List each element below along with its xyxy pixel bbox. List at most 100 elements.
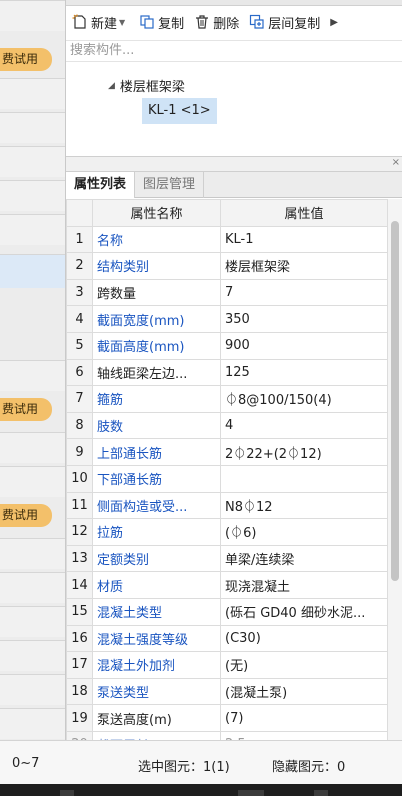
left-list-item[interactable] <box>0 432 65 463</box>
property-value[interactable]: 现浇混凝土 <box>220 571 388 599</box>
chevron-down-icon[interactable]: ▼ <box>119 18 125 27</box>
property-value[interactable]: N8⏀12 <box>220 491 388 520</box>
property-value[interactable]: (无) <box>220 651 388 679</box>
property-value[interactable]: (C30) <box>220 624 388 653</box>
row-number: 8 <box>66 411 93 440</box>
property-value[interactable]: 350 <box>220 305 388 333</box>
left-list-item[interactable] <box>0 360 65 391</box>
left-list-item[interactable] <box>0 572 65 603</box>
property-name: 截面宽度(mm) <box>92 305 221 333</box>
tree-leaf-kl1[interactable]: KL-1 <1> <box>142 98 217 124</box>
scrollbar-thumb[interactable] <box>391 221 399 581</box>
table-row[interactable]: 1 名称 KL-1 <box>66 225 388 254</box>
left-list-item[interactable] <box>0 606 65 637</box>
status-bar: 0~7 选中图元：1(1) 隐藏图元：0 <box>0 740 402 784</box>
table-row[interactable]: 16 混凝土强度等级 (C30) <box>66 624 388 653</box>
trial-badge[interactable]: 费试用 <box>0 398 52 421</box>
row-number: 15 <box>66 597 93 626</box>
left-list-item[interactable] <box>0 214 65 245</box>
property-value[interactable]: 900 <box>220 331 388 360</box>
tab-layer-management[interactable]: 图层管理 <box>135 172 205 198</box>
component-toolbar: 新建 ▼ 复制 删除 层间复制 ▶ <box>66 6 402 38</box>
taskbar-item[interactable] <box>314 790 328 796</box>
table-row[interactable]: 3 跨数量 7 <box>66 278 388 307</box>
status-hidden-count: 隐藏图元：0 <box>272 760 346 775</box>
table-row[interactable]: 11 侧面构造或受... N8⏀12 <box>66 491 388 520</box>
row-number: 10 <box>66 464 93 493</box>
copy-icon <box>140 15 154 29</box>
table-row[interactable]: 7 箍筋 ⏀8@100/150(4) <box>66 385 388 413</box>
search-input[interactable]: 搜索构件... <box>66 40 402 62</box>
table-row[interactable]: 19 泵送高度(m) (7) <box>66 704 388 732</box>
table-row[interactable]: 10 下部通长筋 <box>66 464 388 493</box>
property-name: 轴线距梁左边... <box>92 358 221 387</box>
left-list-item[interactable] <box>0 466 65 497</box>
property-grid-scrollbar[interactable] <box>387 199 402 740</box>
property-name: 截面高度(mm) <box>92 331 221 360</box>
property-value[interactable]: (砾石 GD40 细砂水泥... <box>220 597 388 626</box>
left-list-item[interactable] <box>0 640 65 671</box>
property-value[interactable]: (混凝土泵) <box>220 677 388 706</box>
delete-button[interactable]: 删除 <box>194 13 239 32</box>
left-panel: 费试用 费试用 费试用 <box>0 0 66 740</box>
row-number: 5 <box>66 331 93 360</box>
table-row[interactable]: 2 结构类别 楼层框架梁 <box>66 252 388 280</box>
property-value[interactable]: 125 <box>220 358 388 387</box>
left-list-item[interactable] <box>0 0 65 31</box>
property-name: 泵送类型 <box>92 677 221 706</box>
property-value[interactable]: KL-1 <box>220 225 388 254</box>
left-list-item[interactable] <box>0 78 65 109</box>
left-list-item[interactable] <box>0 538 65 569</box>
table-row[interactable]: 5 截面高度(mm) 900 <box>66 331 388 360</box>
property-value[interactable]: ⏀8@100/150(4) <box>220 385 388 413</box>
property-name: 混凝土类型 <box>92 597 221 626</box>
taskbar-item[interactable] <box>238 790 264 796</box>
property-value[interactable]: (7) <box>220 704 388 732</box>
table-row[interactable]: 18 泵送类型 (混凝土泵) <box>66 677 388 706</box>
left-list-item[interactable] <box>0 674 65 705</box>
property-value[interactable]: 7 <box>220 278 388 307</box>
table-row[interactable]: 9 上部通长筋 2⏀22+(2⏀12) <box>66 438 388 466</box>
taskbar-item[interactable] <box>60 790 74 796</box>
property-value[interactable]: 楼层框架梁 <box>220 252 388 280</box>
trash-icon <box>196 15 209 29</box>
property-value[interactable]: (⏀6) <box>220 518 388 546</box>
app-window: 费试用 费试用 费试用 新建 ▼ 复制 删除 层间复制 ▶ 搜索构件... ◢ … <box>0 0 402 796</box>
left-list-item-selected[interactable] <box>0 254 65 288</box>
table-row[interactable]: 6 轴线距梁左边... 125 <box>66 358 388 387</box>
left-list-item[interactable] <box>0 146 65 177</box>
property-grid: 属性名称 属性值 1 名称 KL-1 2 结构类别 楼层框架梁 3 跨数量 7 4 截面宽度(mm)… <box>66 199 388 759</box>
row-number: 11 <box>66 491 93 520</box>
panel-splitter[interactable]: × <box>66 156 402 172</box>
toolbar-more-icon[interactable]: ▶ <box>330 17 338 28</box>
row-number: 7 <box>66 385 93 413</box>
row-number: 13 <box>66 544 93 573</box>
column-header-value: 属性值 <box>220 199 388 227</box>
copy-button[interactable]: 复制 <box>139 13 184 32</box>
tab-attribute-list[interactable]: 属性列表 <box>66 172 136 198</box>
table-row[interactable]: 4 截面宽度(mm) 350 <box>66 305 388 333</box>
left-list-item[interactable] <box>0 112 65 143</box>
trial-badge[interactable]: 费试用 <box>0 48 52 71</box>
property-value[interactable] <box>220 464 388 493</box>
property-value[interactable]: 2⏀22+(2⏀12) <box>220 438 388 466</box>
expand-triangle-icon[interactable]: ◢ <box>108 81 115 91</box>
left-list-item[interactable] <box>0 708 65 739</box>
property-value[interactable]: 单梁/连续梁 <box>220 544 388 573</box>
left-list-item[interactable] <box>0 180 65 211</box>
table-row[interactable]: 15 混凝土类型 (砾石 GD40 细砂水泥... <box>66 597 388 626</box>
table-row[interactable]: 14 材质 现浇混凝土 <box>66 571 388 599</box>
component-panel: 新建 ▼ 复制 删除 层间复制 ▶ 搜索构件... ◢ 楼层框架梁 KL-1 <… <box>66 0 402 759</box>
close-icon[interactable]: × <box>392 157 400 168</box>
table-row[interactable]: 8 肢数 4 <box>66 411 388 440</box>
table-row[interactable]: 12 拉筋 (⏀6) <box>66 518 388 546</box>
trial-badge[interactable]: 费试用 <box>0 504 52 527</box>
tree-node-frame-beam[interactable]: ◢ 楼层框架梁 <box>108 76 185 95</box>
os-taskbar <box>0 784 402 796</box>
new-button[interactable]: 新建 ▼ <box>72 13 129 32</box>
floor-copy-button[interactable]: 层间复制 <box>249 13 320 32</box>
table-row[interactable]: 17 混凝土外加剂 (无) <box>66 651 388 679</box>
property-value[interactable]: 4 <box>220 411 388 440</box>
table-row[interactable]: 13 定额类别 单梁/连续梁 <box>66 544 388 573</box>
row-number: 12 <box>66 518 93 546</box>
